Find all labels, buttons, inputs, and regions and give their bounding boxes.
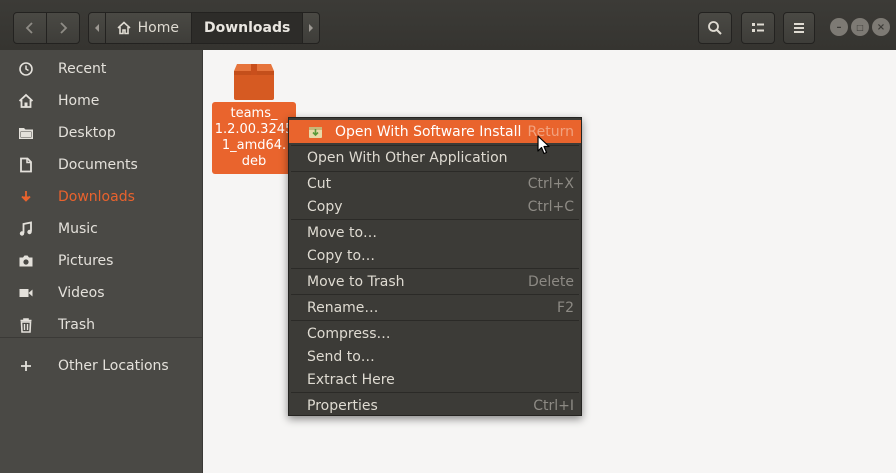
breadcrumb-home[interactable]: Home [106,13,192,43]
minimize-button[interactable]: – [830,18,848,36]
sidebar-item-label: Home [58,93,100,109]
menu-item-send-to[interactable]: Send to… [289,345,581,368]
sidebar-item-label: Other Locations [58,358,169,374]
file-item[interactable]: teams_ 1.2.00.3245 1_amd64. deb [212,102,296,174]
file-manager-window: Home Downloads – □ × Recent Home Desktop… [0,0,896,473]
sidebar-item-home[interactable]: Home [0,86,202,116]
sidebar-item-other-locations[interactable]: Other Locations [0,351,202,381]
sidebar-item-label: Downloads [58,189,135,205]
maximize-icon: □ [856,22,864,32]
menu-item-accel: Ctrl+I [533,397,574,414]
breadcrumb: Home Downloads [88,12,320,44]
context-menu: Open With Software Install Return Open W… [288,117,582,416]
menu-item-label: Copy [307,198,343,215]
menu-item-move-to[interactable]: Move to… [289,221,581,244]
menu-item-label: Move to… [307,224,378,241]
forward-button[interactable] [47,13,79,43]
menu-item-label: Compress… [307,325,391,342]
mouse-pointer-icon [537,135,550,155]
menu-item-label: Cut [307,175,332,192]
sidebar-item-label: Videos [58,285,105,301]
chevron-right-icon [60,22,68,34]
home-icon [117,21,131,35]
download-icon [18,189,34,205]
sidebar-item-label: Documents [58,157,138,173]
triangle-right-icon [309,24,314,32]
menu-item-cut[interactable]: Cut Ctrl+X [289,172,581,195]
breadcrumb-downloads-label: Downloads [203,20,291,36]
sidebar-item-pictures[interactable]: Pictures [0,246,202,276]
sidebar-separator [0,337,202,338]
view-toggle-button[interactable] [741,12,775,44]
breadcrumb-scroll-left[interactable] [89,13,106,43]
sidebar-item-desktop[interactable]: Desktop [0,118,202,148]
sidebar-item-trash[interactable]: Trash [0,310,202,340]
trash-icon [18,317,34,333]
close-icon: × [876,21,886,33]
sidebar-item-label: Recent [58,61,107,77]
camera-icon [18,253,34,269]
sidebar-item-documents[interactable]: Documents [0,150,202,180]
menu-item-label: Open With Software Install [335,123,522,140]
breadcrumb-scroll-right[interactable] [302,13,319,43]
menu-item-label: Open With Other Application [307,149,508,166]
sidebar-item-label: Desktop [58,125,116,141]
menu-item-extract-here[interactable]: Extract Here [289,368,581,391]
menu-item-compress[interactable]: Compress… [289,322,581,345]
menu-item-accel: Ctrl+C [527,198,574,215]
menu-separator [291,268,579,269]
close-button[interactable]: × [872,18,890,36]
video-icon [18,285,34,301]
software-install-icon [309,127,322,138]
grid-view-icon [752,23,764,32]
menu-separator [291,294,579,295]
chevron-left-icon [25,22,33,34]
search-icon [708,21,722,35]
menu-item-copy[interactable]: Copy Ctrl+C [289,195,581,218]
document-icon [18,157,34,173]
menu-item-accel: F2 [557,299,574,316]
clock-icon [18,61,34,77]
sidebar-item-downloads[interactable]: Downloads [0,182,202,212]
menu-item-label: Copy to… [307,247,376,264]
breadcrumb-home-label: Home [137,20,179,36]
sidebar-item-label: Trash [58,317,95,333]
minimize-icon: – [836,21,842,33]
sidebar-item-label: Music [58,221,98,237]
menu-button[interactable] [783,12,815,44]
menu-item-properties[interactable]: Properties Ctrl+I [289,394,581,417]
menu-item-label: Move to Trash [307,273,405,290]
sidebar-item-music[interactable]: Music [0,214,202,244]
sidebar-item-videos[interactable]: Videos [0,278,202,308]
navigation-buttons [13,12,80,44]
menu-separator [291,392,579,393]
menu-separator [291,219,579,220]
menu-item-move-to-trash[interactable]: Move to Trash Delete [289,270,581,293]
home-icon [18,93,34,109]
menu-item-label: Send to… [307,348,375,365]
triangle-left-icon [94,24,99,32]
music-icon [18,221,34,237]
plus-icon [18,358,34,374]
sidebar-item-label: Pictures [58,253,114,269]
menu-item-label: Extract Here [307,371,395,388]
header-bar: Home Downloads – □ × [0,0,896,51]
menu-item-rename[interactable]: Rename… F2 [289,296,581,319]
menu-item-copy-to[interactable]: Copy to… [289,244,581,267]
sidebar: Recent Home Desktop Documents Downloads … [0,50,203,473]
menu-item-accel: Ctrl+X [527,175,574,192]
back-button[interactable] [14,13,47,43]
maximize-button[interactable]: □ [851,18,869,36]
package-icon[interactable] [233,63,275,101]
breadcrumb-downloads[interactable]: Downloads [191,13,303,43]
menu-item-label: Properties [307,397,378,414]
hamburger-menu-icon [794,23,804,33]
folder-icon [18,125,34,141]
menu-item-label: Rename… [307,299,379,316]
file-name: teams_ 1.2.00.3245 1_amd64. deb [214,106,294,169]
search-button[interactable] [698,12,732,44]
menu-separator [291,320,579,321]
sidebar-item-recent[interactable]: Recent [0,54,202,84]
menu-item-accel: Delete [528,273,574,290]
